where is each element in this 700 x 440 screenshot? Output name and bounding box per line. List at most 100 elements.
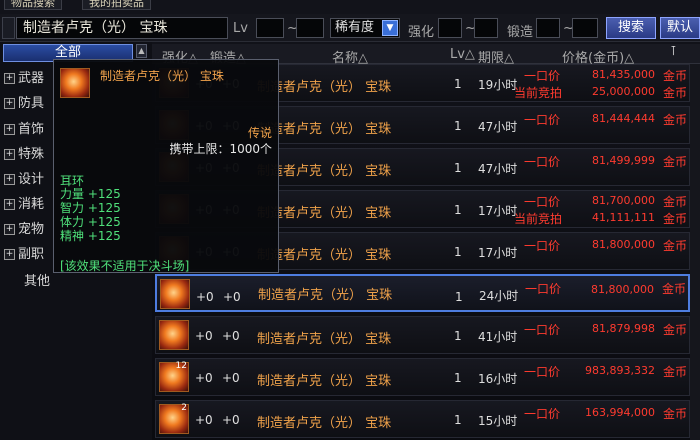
- forge-max-input[interactable]: [572, 18, 598, 38]
- scroll-up-icon[interactable]: ▲: [136, 44, 147, 58]
- table-row[interactable]: 2 +0 +0 制造者卢克（光） 宝珠 1 15小时 一口价 163,994,0…: [155, 400, 690, 438]
- forge-value: +0: [223, 290, 241, 304]
- buyout-price: 81,435,000: [592, 68, 655, 81]
- sidebar-item-label: 消耗: [18, 197, 45, 212]
- table-row[interactable]: +0 +0 制造者卢克（光） 宝珠 1 41小时 一口价 81,879,998 …: [155, 316, 690, 354]
- enhance-value: +0: [196, 290, 214, 304]
- item-period: 41小时: [478, 330, 518, 344]
- item-name: 制造者卢克（光） 宝珠: [257, 374, 392, 389]
- expand-icon[interactable]: +: [4, 199, 15, 210]
- sidebar-item-weapon[interactable]: + 武器: [4, 68, 54, 90]
- item-period: 17小时: [478, 246, 518, 260]
- enhance-value: +0: [195, 413, 213, 427]
- tab-bar: 物品搜索 我的拍卖品: [0, 0, 700, 14]
- stack-count: 12: [175, 361, 187, 371]
- table-row[interactable]: 12 +0 +0 制造者卢克（光） 宝珠 1 16小时 一口价 983,893,…: [155, 358, 690, 396]
- bid-price: 41,111,111: [592, 211, 655, 224]
- currency-label: 金币: [662, 365, 687, 379]
- buyout-price: 81,800,000: [592, 238, 655, 251]
- forge-min-input[interactable]: [536, 18, 560, 38]
- buyout-price: 81,444,444: [592, 112, 655, 125]
- item-level: 1: [454, 119, 462, 133]
- rarity-value: 稀有度: [335, 20, 375, 35]
- expand-icon[interactable]: +: [4, 73, 15, 84]
- sidebar-item-special[interactable]: + 特殊: [4, 144, 54, 166]
- stack-count: 2: [181, 403, 187, 413]
- item-level: 1: [455, 290, 463, 304]
- item-period: 15小时: [478, 414, 518, 428]
- buyout-price: 81,879,998: [592, 322, 655, 335]
- item-tooltip: 制造者卢克（光） 宝珠 传说 携带上限：1000个 耳环 力量 +125 智力 …: [53, 59, 279, 273]
- list-scrollbar[interactable]: [690, 64, 700, 440]
- sidebar-item-design[interactable]: + 设计: [4, 169, 54, 191]
- buyout-label: 一口价: [524, 113, 561, 127]
- enhance-min-input[interactable]: [438, 18, 462, 38]
- sidebar-item-other[interactable]: 其他: [24, 270, 50, 289]
- default-button[interactable]: 默认: [660, 17, 700, 39]
- sidebar-item-label: 武器: [18, 71, 45, 86]
- expand-icon[interactable]: +: [4, 124, 15, 135]
- expand-icon[interactable]: +: [4, 224, 15, 235]
- item-level: 1: [454, 413, 462, 427]
- item-name: 制造者卢克（光） 宝珠: [257, 332, 392, 347]
- currency-label: 金币: [662, 113, 687, 127]
- currency-label: 金币: [662, 212, 687, 226]
- orb-icon: 2: [159, 403, 189, 434]
- level-max-input[interactable]: [296, 18, 324, 38]
- tooltip-title: 制造者卢克（光） 宝珠: [100, 69, 224, 83]
- expand-icon[interactable]: +: [4, 249, 15, 260]
- sidebar-item-label: 首饰: [18, 122, 45, 137]
- expand-icon[interactable]: +: [4, 174, 15, 185]
- bid-label: 当前竞拍: [514, 212, 563, 226]
- orb-icon: [60, 68, 90, 98]
- item-level: 1: [454, 77, 462, 91]
- forge-label: 锻造: [507, 25, 534, 40]
- enhance-value: +0: [195, 371, 213, 385]
- orb-icon: 12: [159, 361, 189, 392]
- tab-item-search[interactable]: 物品搜索: [4, 0, 62, 10]
- sidebar-item-armor[interactable]: + 防具: [4, 93, 54, 115]
- item-name: 制造者卢克（光） 宝珠: [258, 288, 393, 303]
- sidebar-item-label: 副职: [18, 247, 45, 262]
- search-button[interactable]: 搜索: [606, 17, 656, 39]
- item-period: 16小时: [478, 372, 518, 386]
- bid-price: 25,000,000: [592, 85, 655, 98]
- tab-my-auctions[interactable]: 我的拍卖品: [82, 0, 151, 10]
- expand-icon[interactable]: +: [4, 149, 15, 160]
- item-level: 1: [454, 245, 462, 259]
- sort-level[interactable]: Lv△: [450, 47, 475, 62]
- chevron-down-icon[interactable]: ▼: [382, 20, 398, 36]
- buyout-label: 一口价: [524, 195, 561, 209]
- sidebar-item-pet[interactable]: + 宠物: [4, 219, 54, 241]
- tooltip-stat: 精神 +125: [60, 229, 121, 243]
- search-input[interactable]: 制造者卢克（光） 宝珠: [16, 17, 228, 39]
- buyout-label: 一口价: [525, 282, 562, 296]
- rarity-select[interactable]: 稀有度 ▼: [330, 18, 400, 38]
- buyout-label: 一口价: [524, 323, 561, 337]
- search-bar: 制造者卢克（光） 宝珠 Lv ~ 稀有度 ▼ 强化 ~ 锻造 ~ 搜索 默认: [0, 14, 700, 42]
- bid-label: 当前竞拍: [514, 86, 563, 100]
- tooltip-carry-limit: 携带上限：1000个: [169, 142, 272, 156]
- item-period: 47小时: [478, 120, 518, 134]
- level-min-input[interactable]: [256, 18, 284, 38]
- currency-label: 金币: [662, 239, 687, 253]
- item-period: 19小时: [478, 78, 518, 92]
- orb-icon: [159, 320, 189, 350]
- enhance-max-input[interactable]: [474, 18, 498, 38]
- sidebar-item-accessory[interactable]: + 首饰: [4, 119, 54, 141]
- sidebar-item-subjob[interactable]: + 副职: [4, 244, 54, 266]
- search-category-box[interactable]: [2, 17, 15, 39]
- pin-icon[interactable]: ⊺: [670, 44, 684, 62]
- orb-icon: [160, 279, 190, 309]
- buyout-label: 一口价: [524, 239, 561, 253]
- currency-label: 金币: [662, 155, 687, 169]
- currency-label: 金币: [662, 407, 687, 421]
- currency-label: 金币: [662, 195, 687, 209]
- level-label: Lv: [233, 21, 248, 36]
- sidebar-item-consumable[interactable]: + 消耗: [4, 194, 54, 216]
- buyout-price: 81,800,000: [591, 283, 654, 296]
- item-name: 制造者卢克（光） 宝珠: [257, 416, 392, 431]
- sidebar-item-label: 设计: [18, 172, 45, 187]
- table-row-selected[interactable]: +0 +0 制造者卢克（光） 宝珠 1 24小时 一口价 81,800,000 …: [155, 274, 690, 312]
- expand-icon[interactable]: +: [4, 98, 15, 109]
